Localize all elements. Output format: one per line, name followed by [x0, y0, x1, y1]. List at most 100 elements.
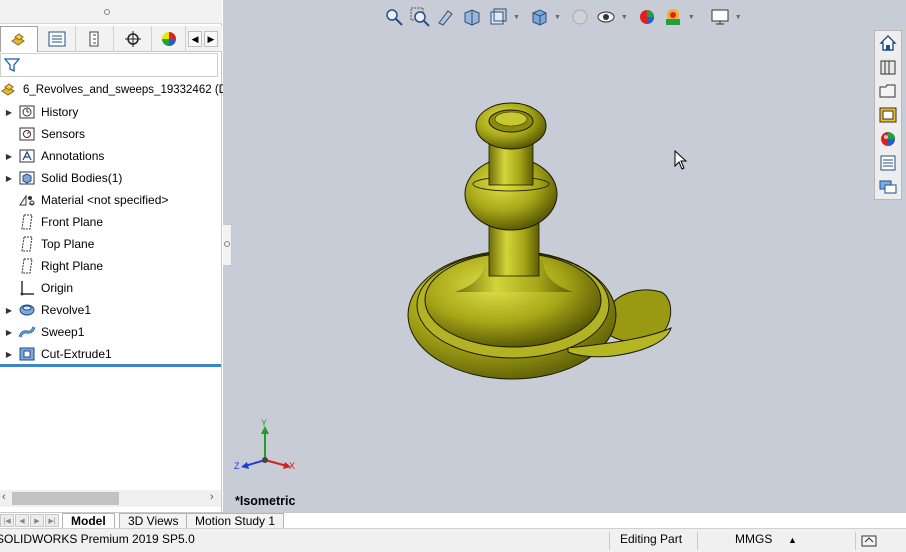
- plane-icon: [18, 213, 36, 231]
- tab-display-manager[interactable]: [152, 26, 186, 52]
- tree-item-sensors[interactable]: Sensors: [0, 123, 222, 145]
- origin-icon: [18, 279, 36, 297]
- tab-dimxpert-manager[interactable]: [114, 26, 152, 52]
- tree-item-origin[interactable]: Origin: [0, 277, 222, 299]
- file-explorer-icon[interactable]: [875, 79, 901, 103]
- tab-property-manager[interactable]: [38, 26, 76, 52]
- plane-icon: [18, 257, 36, 275]
- bottom-tab-bar: |◀ ◀ ▶ ▶| Model 3D Views Motion Study 1: [0, 512, 906, 529]
- rebuild-status-icon[interactable]: [861, 533, 879, 549]
- expand-arrow-icon[interactable]: ▶: [3, 108, 15, 117]
- solidworks-forum-icon[interactable]: [875, 175, 901, 199]
- prev-tab-arrow-icon[interactable]: ◀: [15, 514, 29, 527]
- manager-tabs: ◀ ▶: [0, 26, 222, 52]
- sensors-icon: [18, 125, 36, 143]
- dimxpert-icon: [124, 31, 141, 47]
- rollback-bar[interactable]: [0, 364, 221, 367]
- tree-item-solid-bodies-1[interactable]: ▶ Solid Bodies(1): [0, 167, 222, 189]
- appearances-scenes-icon[interactable]: [875, 127, 901, 151]
- feature-manager-icon: [11, 32, 25, 46]
- tree-item-front-plane[interactable]: Front Plane: [0, 211, 222, 233]
- graphics-area[interactable]: ▼ ▼ ▼ ▼ ▼ Y X Z *Isometric: [223, 0, 906, 512]
- first-tab-arrow-icon[interactable]: |◀: [0, 514, 14, 527]
- task-pane-tabs: [874, 30, 902, 200]
- sweep-icon: [18, 323, 36, 341]
- solid-bodies-icon: [18, 169, 36, 187]
- tree-item-history[interactable]: ▶ History: [0, 101, 222, 123]
- feature-filter-input[interactable]: [0, 53, 218, 77]
- tree-item-label: Annotations: [41, 149, 105, 163]
- status-bar: SOLIDWORKS Premium 2019 SP5.0 Editing Pa…: [0, 528, 906, 552]
- cut-extrude-icon: [18, 345, 36, 363]
- scroll-left-arrow-icon[interactable]: ‹: [2, 491, 6, 503]
- expand-arrow-icon[interactable]: ▶: [3, 328, 15, 337]
- triad-z-label: Z: [234, 461, 240, 471]
- history-icon: [18, 103, 36, 121]
- tree-item-label: Origin: [41, 281, 74, 295]
- tree-item-label: Solid Bodies(1): [41, 171, 123, 185]
- tab-scroll-right-icon[interactable]: ▶: [204, 31, 218, 47]
- tree-item-label: Right Plane: [41, 259, 104, 273]
- tree-item-label: Sweep1: [41, 325, 85, 339]
- tree-item-revolve1[interactable]: ▶ Revolve1: [0, 299, 222, 321]
- triad-y-label: Y: [261, 418, 267, 428]
- scrollbar-thumb[interactable]: [12, 492, 119, 505]
- tree-root-label: 6_Revolves_and_sweeps_19332462 (De: [23, 84, 234, 96]
- tab-3d-views[interactable]: 3D Views: [119, 513, 188, 529]
- design-library-icon[interactable]: [875, 55, 901, 79]
- material-icon: [18, 191, 36, 209]
- tree-item-sweep1[interactable]: ▶ Sweep1: [0, 321, 222, 343]
- unit-system-selector[interactable]: MMGS: [735, 532, 772, 546]
- configuration-manager-icon: [89, 31, 98, 47]
- product-version-text: SOLIDWORKS Premium 2019 SP5.0: [0, 532, 195, 546]
- tab-configuration-manager[interactable]: [76, 26, 114, 52]
- part-icon: [0, 81, 18, 99]
- tree-item-label: History: [41, 105, 79, 119]
- tree-horizontal-scrollbar[interactable]: ‹ ›: [0, 490, 221, 507]
- revolve-icon: [18, 301, 36, 319]
- tree-item-label: Revolve1: [41, 303, 92, 317]
- scroll-right-arrow-icon[interactable]: ›: [210, 491, 214, 503]
- tab-motion-study-1[interactable]: Motion Study 1: [186, 513, 285, 529]
- editing-mode-text: Editing Part: [620, 532, 683, 546]
- tree-item-label: Top Plane: [41, 237, 95, 251]
- property-manager-icon: [48, 31, 65, 47]
- annotations-icon: [18, 147, 36, 165]
- panel-top-bar: [0, 0, 222, 24]
- tree-item-label: Material <not specified>: [41, 193, 169, 207]
- display-manager-icon: [161, 32, 176, 46]
- tree-item-top-plane[interactable]: Top Plane: [0, 233, 222, 255]
- feature-manager-panel: ◀ ▶ 6_Revolves_and_sweeps_19332462 (De ▶…: [0, 0, 233, 512]
- tree-item-right-plane[interactable]: Right Plane: [0, 255, 222, 277]
- tree-item-cut-extrude1[interactable]: ▶ Cut-Extrude1: [0, 343, 222, 365]
- plane-icon: [18, 235, 36, 253]
- tree-item-label: Cut-Extrude1: [41, 347, 112, 361]
- reference-triad: Y X Z: [234, 418, 295, 471]
- expand-arrow-icon[interactable]: ▶: [3, 306, 15, 315]
- tree-item-material-not-specified[interactable]: Material <not specified>: [0, 189, 222, 211]
- solidworks-resources-icon[interactable]: [875, 31, 901, 55]
- feature-tree: 6_Revolves_and_sweeps_19332462 (De ▶ Hist…: [0, 79, 233, 365]
- units-caret-icon[interactable]: ▲: [788, 535, 797, 545]
- tree-item-label: Front Plane: [41, 215, 104, 229]
- mouse-cursor-icon: [674, 150, 688, 170]
- panel-grip-icon[interactable]: [104, 9, 110, 15]
- candle-holder-model[interactable]: [223, 0, 906, 512]
- last-tab-arrow-icon[interactable]: ▶|: [45, 514, 59, 527]
- tree-item-label: Sensors: [41, 127, 86, 141]
- filter-funnel-icon: [4, 58, 20, 73]
- custom-properties-icon[interactable]: [875, 151, 901, 175]
- view-palette-icon[interactable]: [875, 103, 901, 127]
- triad-x-label: X: [289, 461, 295, 471]
- tree-item-annotations[interactable]: ▶ Annotations: [0, 145, 222, 167]
- tab-feature-manager[interactable]: [0, 26, 38, 52]
- expand-arrow-icon[interactable]: ▶: [3, 174, 15, 183]
- tab-nav-arrows: |◀ ◀ ▶ ▶|: [0, 514, 60, 527]
- next-tab-arrow-icon[interactable]: ▶: [30, 514, 44, 527]
- expand-arrow-icon[interactable]: ▶: [3, 152, 15, 161]
- expand-arrow-icon[interactable]: ▶: [3, 350, 15, 359]
- tab-scroll-left-icon[interactable]: ◀: [188, 31, 202, 47]
- tab-model[interactable]: Model: [62, 513, 115, 529]
- view-orientation-label: *Isometric: [235, 494, 296, 508]
- tree-root-part[interactable]: 6_Revolves_and_sweeps_19332462 (De: [0, 79, 233, 101]
